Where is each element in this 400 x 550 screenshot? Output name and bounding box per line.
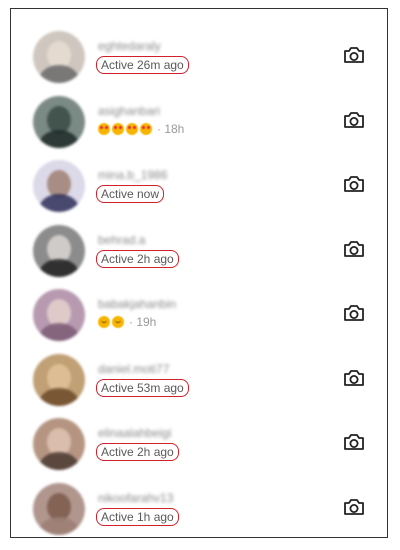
conversation-row[interactable]: elinaalahbeigi Active 2h ago xyxy=(11,410,387,474)
activity-status-highlighted: Active now xyxy=(96,185,165,203)
username: daniel.moti77 xyxy=(98,361,170,376)
username: asighanbari xyxy=(98,103,161,118)
message-time: · 18h xyxy=(157,121,185,136)
avatar[interactable] xyxy=(33,95,85,148)
camera-icon[interactable] xyxy=(343,497,365,517)
last-message-preview: · 19h xyxy=(98,315,156,329)
avatar[interactable] xyxy=(33,418,85,470)
username: babakjahanbin xyxy=(98,297,177,311)
avatar[interactable] xyxy=(33,289,85,341)
conversation-row[interactable]: babakjahanbin · 19h xyxy=(11,281,387,345)
camera-icon[interactable] xyxy=(343,239,365,259)
conversation-row[interactable]: asighanbari · 18h xyxy=(11,88,387,152)
conversation-row[interactable]: daniel.moti77 Active 53m ago xyxy=(11,346,387,410)
conversation-row[interactable]: eghtedaraly Active 26m ago xyxy=(11,23,387,87)
username: behrad.a xyxy=(98,232,146,247)
direct-messages-frame: eghtedaraly Active 26m ago asighanbari · 18… xyxy=(10,8,388,538)
heart-eyes-emoji xyxy=(140,122,152,135)
username: nikoofarahv13 xyxy=(98,490,174,505)
activity-status-highlighted: Active 26m ago xyxy=(96,56,189,74)
wink-emoji xyxy=(112,316,124,328)
camera-icon[interactable] xyxy=(343,303,365,323)
conversation-row[interactable]: mina.b_1986 Active now xyxy=(11,152,387,216)
camera-icon[interactable] xyxy=(343,432,365,452)
conversation-row[interactable]: nikoofarahv13 Active 1h ago xyxy=(11,475,387,539)
wink-emoji xyxy=(98,316,110,328)
avatar[interactable] xyxy=(33,482,85,535)
activity-status-highlighted: Active 2h ago xyxy=(96,249,179,268)
status-text: Active 26m ago xyxy=(101,58,184,72)
activity-status-highlighted: Active 2h ago xyxy=(96,443,179,461)
camera-icon[interactable] xyxy=(343,45,365,65)
message-time: · 19h xyxy=(129,315,157,329)
username: elinaalahbeigi xyxy=(98,426,172,440)
status-text: Active 2h ago xyxy=(101,445,174,459)
heart-eyes-emoji xyxy=(98,122,110,135)
status-text: Active 2h ago xyxy=(101,251,174,266)
heart-eyes-emoji xyxy=(112,122,124,135)
status-text: Active 53m ago xyxy=(101,380,184,395)
username: eghtedaraly xyxy=(98,39,161,53)
last-message-preview: · 18h xyxy=(98,122,184,136)
heart-eyes-emoji xyxy=(126,122,138,135)
avatar[interactable] xyxy=(33,160,85,212)
camera-icon[interactable] xyxy=(343,174,365,194)
activity-status-highlighted: Active 53m ago xyxy=(96,378,189,397)
status-text: Active now xyxy=(101,187,160,201)
camera-icon[interactable] xyxy=(343,368,365,388)
conversation-row[interactable]: behrad.a Active 2h ago xyxy=(11,217,387,281)
status-text: Active 1h ago xyxy=(101,509,174,524)
avatar[interactable] xyxy=(33,353,85,406)
avatar[interactable] xyxy=(33,31,85,83)
username: mina.b_1986 xyxy=(98,168,168,182)
camera-icon[interactable] xyxy=(343,110,365,130)
avatar[interactable] xyxy=(33,224,85,277)
activity-status-highlighted: Active 1h ago xyxy=(96,507,179,526)
